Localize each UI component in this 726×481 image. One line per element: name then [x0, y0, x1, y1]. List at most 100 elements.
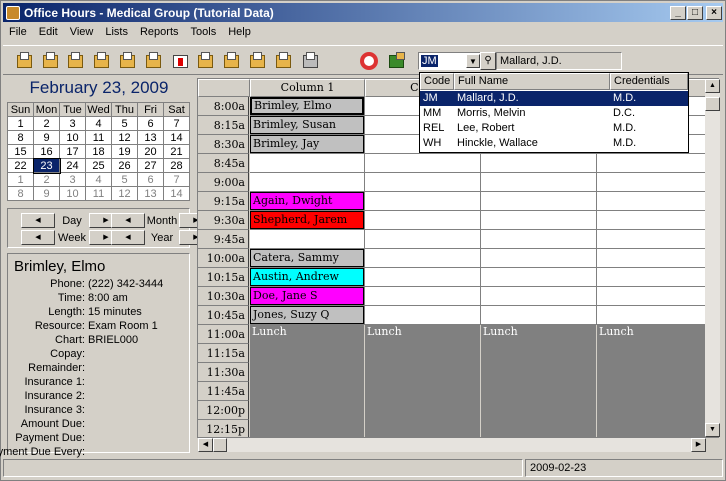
scroll-left-button[interactable]: ◀ [198, 438, 213, 452]
hscroll-thumb[interactable] [213, 438, 227, 452]
book-icon[interactable] [247, 50, 269, 72]
schedule-cell[interactable] [597, 230, 718, 249]
list-column-header[interactable]: Code [420, 73, 454, 90]
printer-icon[interactable] [300, 50, 322, 72]
calendar-day[interactable]: 25 [85, 158, 112, 173]
menu-tools[interactable]: Tools [185, 24, 223, 42]
minimize-button[interactable]: _ [670, 6, 686, 20]
menu-file[interactable]: File [3, 24, 33, 42]
schedule-cell[interactable] [481, 154, 597, 173]
provider-code-value[interactable]: JM [421, 55, 438, 67]
calendar-day[interactable]: 6 [137, 116, 164, 131]
exit-door-icon[interactable] [386, 50, 408, 72]
calendar-day[interactable]: 8 [7, 186, 34, 201]
menu-edit[interactable]: Edit [33, 24, 64, 42]
appointment-block[interactable]: Doe, Jane S [250, 287, 364, 305]
day-prev-button[interactable]: ◀ [21, 213, 55, 228]
calendar-day[interactable]: 13 [137, 186, 164, 201]
schedule-cell[interactable] [250, 173, 365, 192]
schedule-cell[interactable] [481, 287, 597, 306]
lunch-block[interactable]: Lunch [481, 325, 597, 437]
calendar-day[interactable]: 2 [33, 172, 60, 187]
schedule-cell[interactable] [365, 287, 481, 306]
calendar-icon[interactable] [40, 50, 62, 72]
lunch-block[interactable]: Lunch [250, 325, 365, 437]
calendar-day[interactable]: 8 [7, 130, 34, 145]
calendar-day[interactable]: 13 [137, 130, 164, 145]
schedule-cell[interactable] [597, 249, 718, 268]
schedule-cell[interactable] [481, 173, 597, 192]
calendar-day[interactable]: 10 [59, 186, 86, 201]
vertical-scrollbar[interactable]: ▲ ▼ [705, 79, 720, 437]
calendar-day[interactable]: 11 [85, 186, 112, 201]
schedule-cell[interactable] [597, 211, 718, 230]
schedule-cell[interactable] [597, 268, 718, 287]
menu-lists[interactable]: Lists [99, 24, 134, 42]
calendar-day[interactable]: 22 [7, 158, 34, 173]
calendar-day[interactable]: 5 [111, 172, 138, 187]
calendar-day[interactable]: 12 [111, 186, 138, 201]
calendar-day[interactable]: 17 [59, 144, 86, 159]
menu-view[interactable]: View [64, 24, 100, 42]
calendar-day[interactable]: 9 [33, 130, 60, 145]
appointment-block[interactable]: Again, Dwight [250, 192, 364, 210]
appointment-block[interactable]: Catera, Sammy [250, 249, 364, 267]
book-icon[interactable] [273, 50, 295, 72]
appointment-block[interactable]: Brimley, Susan [250, 116, 364, 134]
lunch-block[interactable]: Lunch [365, 325, 481, 437]
appointment-block[interactable]: Jones, Suzy Q [250, 306, 364, 324]
schedule-cell[interactable] [481, 192, 597, 211]
lunch-block[interactable]: Lunch [597, 325, 718, 437]
schedule-cell[interactable] [365, 173, 481, 192]
calendar-day[interactable]: 27 [137, 158, 164, 173]
scroll-right-button[interactable]: ▶ [691, 438, 706, 452]
schedule-cell[interactable] [481, 230, 597, 249]
schedule-cell[interactable] [597, 287, 718, 306]
medical-kit-icon[interactable] [170, 50, 192, 72]
menu-help[interactable]: Help [222, 24, 257, 42]
calendar-day[interactable]: 4 [85, 116, 112, 131]
list-column-header[interactable]: Full Name [454, 73, 610, 90]
appointment-block[interactable]: Brimley, Jay [250, 135, 364, 153]
calendar-day[interactable]: 26 [111, 158, 138, 173]
calendar-day[interactable]: 16 [33, 144, 60, 159]
calendar-day[interactable]: 21 [163, 144, 190, 159]
calendar-day[interactable]: 2 [33, 116, 60, 131]
book-icon[interactable] [221, 50, 243, 72]
horizontal-scrollbar[interactable]: ◀ ▶ [198, 438, 706, 452]
calendar-day[interactable]: 7 [163, 172, 190, 187]
calendar-day[interactable]: 1 [7, 172, 34, 187]
calendar-day[interactable]: 10 [59, 130, 86, 145]
search-icon[interactable]: ⚲ [480, 52, 496, 70]
schedule-cell[interactable] [250, 154, 365, 173]
schedule-cell[interactable] [481, 306, 597, 325]
book-icon[interactable] [117, 50, 139, 72]
book-icon[interactable] [143, 50, 165, 72]
scroll-thumb[interactable] [705, 97, 720, 111]
calendar-day[interactable]: 19 [111, 144, 138, 159]
list-column-header[interactable]: Credentials [610, 73, 688, 90]
book-icon[interactable] [195, 50, 217, 72]
schedule-cell[interactable] [365, 211, 481, 230]
schedule-cell[interactable] [597, 154, 718, 173]
calendar-day[interactable]: 3 [59, 172, 86, 187]
schedule-cell[interactable] [365, 230, 481, 249]
calendar-day[interactable]: 5 [111, 116, 138, 131]
calendar-day[interactable]: 3 [59, 116, 86, 131]
schedule-cell[interactable] [250, 230, 365, 249]
appointment-block[interactable]: Brimley, Elmo [250, 97, 364, 115]
calendar-day[interactable]: 7 [163, 116, 190, 131]
calendar-day[interactable]: 28 [163, 158, 190, 173]
month-prev-button[interactable]: ◀ [111, 213, 145, 228]
calendar-day[interactable]: 4 [85, 172, 112, 187]
menu-reports[interactable]: Reports [134, 24, 185, 42]
week-prev-button[interactable]: ◀ [21, 230, 55, 245]
chevron-down-icon[interactable]: ▼ [466, 54, 480, 68]
calendar-day[interactable]: 14 [163, 130, 190, 145]
calendar-icon[interactable] [91, 50, 113, 72]
provider-list-item[interactable]: REL Lee, Robert M.D. [420, 121, 688, 136]
provider-code-combo[interactable]: JM ▼ [418, 52, 482, 70]
schedule-cell[interactable] [365, 306, 481, 325]
schedule-cell[interactable] [481, 268, 597, 287]
calendar-day[interactable]: 11 [85, 130, 112, 145]
